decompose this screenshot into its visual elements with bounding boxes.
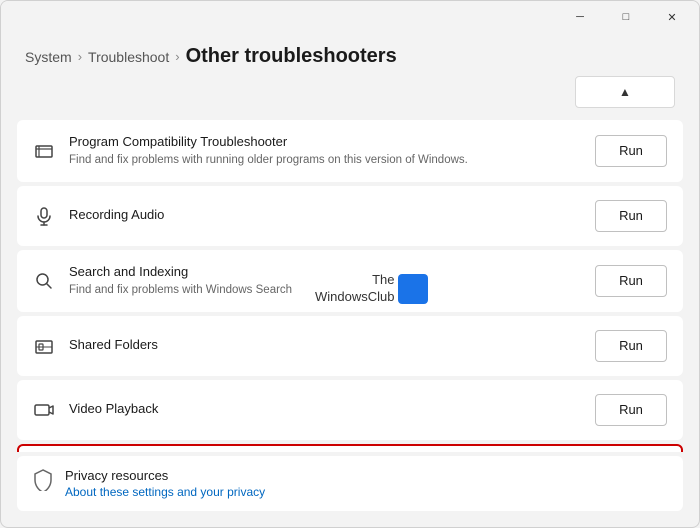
restore-button[interactable]: □: [603, 1, 649, 33]
video-playback-title: Video Playback: [69, 401, 581, 418]
search-indexing-icon: [33, 271, 55, 291]
page-title: Other troubleshooters: [186, 45, 397, 68]
shared-folders-icon: [33, 336, 55, 356]
run-search-indexing-button[interactable]: Run: [595, 265, 667, 297]
run-video-playback-button[interactable]: Run: [595, 394, 667, 426]
breadcrumb: System › Troubleshoot › Other troublesho…: [1, 33, 699, 76]
program-compatibility-icon: [33, 141, 55, 161]
privacy-shield-icon: [33, 469, 53, 496]
shared-folders-text: Shared Folders: [69, 337, 581, 354]
close-button[interactable]: ✕: [649, 1, 695, 33]
video-playback-icon: [33, 400, 55, 420]
video-playback-text: Video Playback: [69, 401, 581, 418]
scroll-row: ▲: [1, 76, 699, 120]
privacy-section: Privacy resources About these settings a…: [17, 456, 683, 511]
scroll-top-button[interactable]: ▲: [575, 76, 675, 108]
item-windows-store-apps: Windows Store Apps Run: [17, 444, 683, 452]
search-indexing-text: Search and Indexing Find and fix problem…: [69, 264, 581, 298]
run-program-compatibility-button[interactable]: Run: [595, 135, 667, 167]
breadcrumb-troubleshoot[interactable]: Troubleshoot: [88, 49, 169, 65]
troubleshooters-list: Program Compatibility Troubleshooter Fin…: [1, 120, 699, 452]
privacy-title: Privacy resources: [65, 468, 265, 483]
content-area: System › Troubleshoot › Other troublesho…: [1, 33, 699, 527]
title-bar: ─ □ ✕: [1, 1, 699, 33]
breadcrumb-sep-2: ›: [175, 49, 179, 64]
privacy-link[interactable]: About these settings and your privacy: [65, 485, 265, 499]
item-program-compatibility: Program Compatibility Troubleshooter Fin…: [17, 120, 683, 182]
recording-audio-icon: [33, 206, 55, 226]
item-search-indexing: Search and Indexing Find and fix problem…: [17, 250, 683, 312]
shared-folders-title: Shared Folders: [69, 337, 581, 354]
window-controls: ─ □ ✕: [557, 1, 695, 33]
search-indexing-title: Search and Indexing: [69, 264, 581, 281]
program-compatibility-text: Program Compatibility Troubleshooter Fin…: [69, 134, 581, 168]
recording-audio-title: Recording Audio: [69, 207, 581, 224]
program-compatibility-title: Program Compatibility Troubleshooter: [69, 134, 581, 151]
search-indexing-desc: Find and fix problems with Windows Searc…: [69, 283, 581, 298]
item-recording-audio: Recording Audio Run: [17, 186, 683, 246]
program-compatibility-desc: Find and fix problems with running older…: [69, 153, 581, 168]
settings-window: ─ □ ✕ System › Troubleshoot › Other trou…: [0, 0, 700, 528]
item-video-playback: Video Playback Run: [17, 380, 683, 440]
breadcrumb-sep-1: ›: [78, 49, 82, 64]
run-recording-audio-button[interactable]: Run: [595, 200, 667, 232]
privacy-text: Privacy resources About these settings a…: [65, 468, 265, 499]
recording-audio-text: Recording Audio: [69, 207, 581, 224]
run-shared-folders-button[interactable]: Run: [595, 330, 667, 362]
item-shared-folders: Shared Folders Run: [17, 316, 683, 376]
minimize-button[interactable]: ─: [557, 1, 603, 33]
breadcrumb-system[interactable]: System: [25, 49, 72, 65]
